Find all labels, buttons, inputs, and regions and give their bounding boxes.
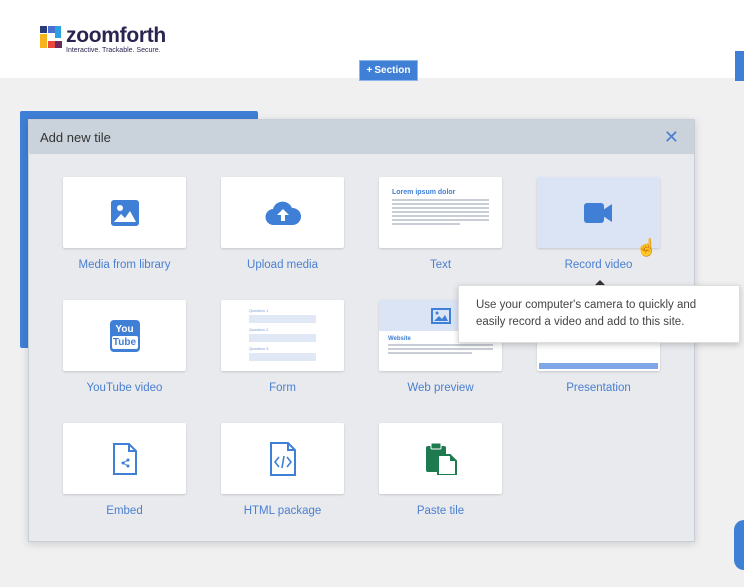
image-icon [430,307,451,324]
modal-title: Add new tile [40,129,111,145]
tile-label: YouTube video [86,382,163,394]
zoomforth-logo[interactable]: zoomforth Interactive. Trackable. Secure… [40,24,166,54]
tile-label: HTML package [243,505,322,517]
youtube-icon: You Tube [109,319,140,352]
form-question-label: Question 2 [249,327,269,332]
tile-card: You Tube [63,300,186,371]
tile-card [63,423,186,494]
tile-label: Upload media [247,259,318,271]
paste-icon [425,442,457,475]
modal-header: Add new tile ✕ [29,120,694,154]
image-icon [110,199,139,226]
tile-label: Web preview [407,382,474,394]
record-video-tooltip: Use your computer's camera to quickly an… [458,280,740,343]
floating-action-button[interactable] [734,520,744,570]
html-file-icon [269,441,296,476]
logo-mark-icon [40,26,62,48]
tile-media-from-library[interactable]: Media from library [63,177,186,271]
presentation-controls [539,363,658,369]
right-edge-button[interactable] [735,51,744,81]
brand-name: zoomforth [66,24,166,47]
cloud-upload-icon [265,201,301,225]
youtube-icon-top: You [115,323,134,335]
tile-card [379,423,502,494]
tile-paste-tile[interactable]: Paste tile [379,423,502,517]
text-preview-heading: Lorem ipsum dolor [392,189,456,196]
tile-label: Paste tile [416,505,465,517]
plus-icon: + [366,65,373,76]
tile-label: Record video [564,259,633,271]
form-question-label: Question 1 [249,308,269,313]
tile-card: Lorem ipsum dolor [379,177,502,248]
tile-card [63,177,186,248]
tile-label: Media from library [78,259,171,271]
tile-label: Form [269,382,296,394]
tile-card [221,423,344,494]
tile-text[interactable]: Lorem ipsum dolor Text [379,177,502,271]
embed-file-icon [112,442,137,475]
tile-youtube-video[interactable]: You Tube YouTube video [63,300,186,394]
form-question-label: Question 3 [249,346,269,351]
add-section-label: Section [374,65,411,76]
tile-label: Text [429,259,452,271]
brand-tagline: Interactive. Trackable. Secure. [66,47,161,54]
close-icon[interactable]: ✕ [664,127,679,148]
tile-html-package[interactable]: HTML package [221,423,344,517]
youtube-icon-bottom: Tube [111,335,138,349]
tile-card: Question 1 Question 2 Question 3 [221,300,344,371]
video-camera-icon [583,202,612,223]
add-section-button[interactable]: + Section [359,60,418,81]
tile-card [221,177,344,248]
tile-upload-media[interactable]: Upload media [221,177,344,271]
tile-label: Presentation [566,382,631,394]
hand-cursor-icon: ☝ [636,238,658,257]
tile-embed[interactable]: Embed [63,423,186,517]
tile-label: Embed [106,505,143,517]
tile-form[interactable]: Question 1 Question 2 Question 3 Form [221,300,344,394]
